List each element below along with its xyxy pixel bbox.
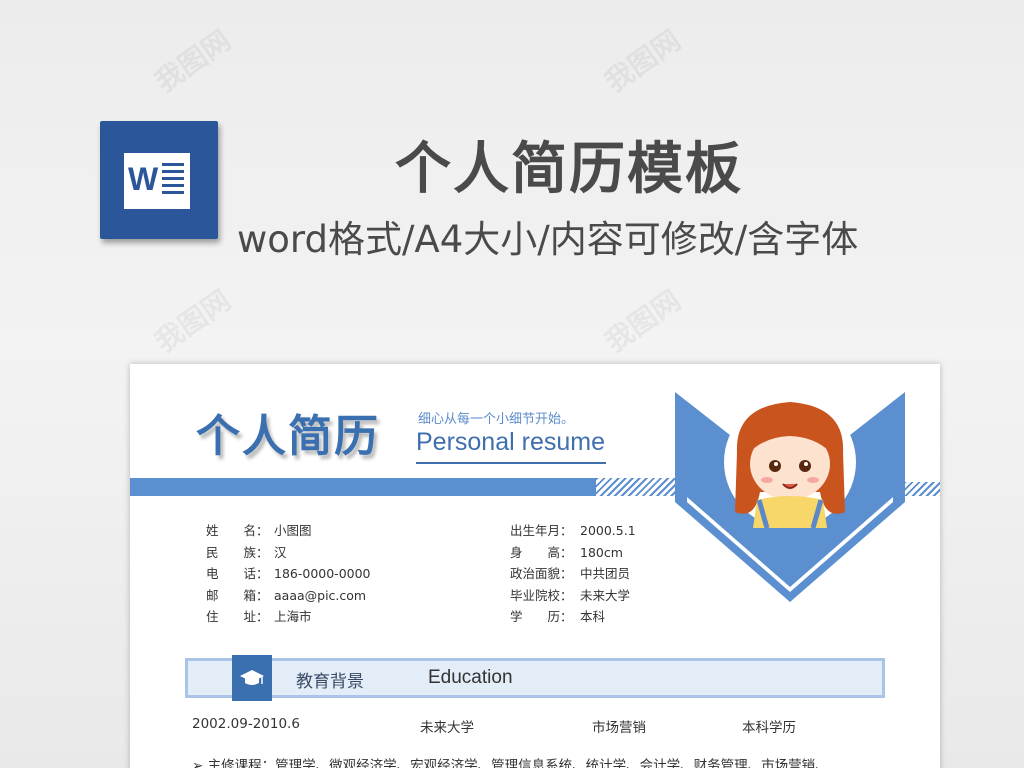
info-value: 180cm bbox=[580, 544, 623, 560]
info-label: 住 址： bbox=[206, 609, 269, 624]
info-value: 186-0000-0000 bbox=[274, 566, 371, 581]
word-document-icon: W bbox=[124, 153, 190, 209]
education-degree: 本科学历 bbox=[742, 720, 796, 736]
resume-title: 个人简历 bbox=[196, 411, 380, 462]
watermark: 我图网 bbox=[148, 23, 237, 99]
info-row-email: 邮 箱： aaaa@pic.com bbox=[206, 585, 371, 607]
info-row-birth: 出生年月： 2000.5.1 bbox=[510, 520, 636, 542]
graduation-cap-icon bbox=[232, 655, 272, 701]
resume-slogan: 细心从每一个小细节开始。 bbox=[418, 412, 575, 427]
watermark: 我图网 bbox=[148, 283, 237, 359]
word-letter: W bbox=[128, 161, 159, 197]
resume-title-en: Personal resume bbox=[416, 428, 605, 456]
title-underline bbox=[416, 462, 606, 464]
resume-preview: 个人简历 细心从每一个小细节开始。 Personal resume 姓 名： 小图… bbox=[130, 364, 940, 768]
education-period: 2002.09-2010.6 bbox=[192, 716, 300, 732]
info-value: 未来大学 bbox=[580, 587, 631, 603]
page-title: 个人简历模板 bbox=[395, 137, 743, 202]
education-school: 未来大学 bbox=[420, 720, 474, 736]
avatar-chevron bbox=[675, 392, 905, 602]
info-row-address: 住 址： 上海市 bbox=[206, 606, 371, 628]
info-label: 邮 箱： bbox=[206, 587, 269, 603]
info-value: 中共团员 bbox=[580, 566, 631, 581]
info-label: 学 历： bbox=[510, 609, 573, 624]
info-value: 汉 bbox=[274, 544, 287, 560]
info-label: 政治面貌： bbox=[510, 566, 573, 581]
info-row-school: 毕业院校： 未来大学 bbox=[510, 585, 636, 607]
info-label: 电 话： bbox=[206, 566, 269, 581]
info-value: 小图图 bbox=[274, 523, 312, 538]
info-value: 本科 bbox=[580, 609, 606, 624]
info-label: 毕业院校： bbox=[510, 587, 573, 603]
education-major: 市场营销 bbox=[592, 720, 646, 736]
education-section-header: 教育背景 Education bbox=[185, 655, 885, 701]
education-courses: ➢ 主修课程：管理学、微观经济学、宏观经济学、管理信息系统、统计学、会计学、财务… bbox=[192, 758, 829, 768]
basic-info-right: 出生年月： 2000.5.1 身 高： 180cm 政治面貌： 中共团员 毕业院校： 未… bbox=[510, 520, 636, 628]
word-icon: W bbox=[100, 121, 218, 239]
info-row-degree: 学 历： 本科 bbox=[510, 606, 636, 628]
watermark: 我图网 bbox=[598, 283, 687, 359]
info-value: 上海市 bbox=[274, 609, 312, 624]
avatar-girl-icon bbox=[735, 402, 845, 529]
info-label: 民 族： bbox=[206, 544, 269, 560]
basic-info-left: 姓 名： 小图图 民 族： 汉 电 话： 186-0000-0000 邮 箱： aaaa… bbox=[206, 520, 371, 628]
education-title-en: Education bbox=[428, 667, 513, 688]
info-value: aaaa@pic.com bbox=[274, 587, 367, 603]
band-stripe bbox=[596, 478, 676, 496]
watermark: 我图网 bbox=[598, 23, 687, 99]
info-row-political: 政治面貌： 中共团员 bbox=[510, 563, 636, 585]
info-label: 身 高： bbox=[510, 544, 573, 560]
info-row-ethnicity: 民 族： 汉 bbox=[206, 542, 371, 564]
info-label: 出生年月： bbox=[510, 523, 573, 538]
band-stripe-right bbox=[904, 482, 940, 496]
page-subtitle: word格式/A4大小/内容可修改/含字体 bbox=[237, 218, 859, 261]
info-row-phone: 电 话： 186-0000-0000 bbox=[206, 563, 371, 585]
info-row-height: 身 高： 180cm bbox=[510, 542, 636, 564]
info-row-name: 姓 名： 小图图 bbox=[206, 520, 371, 542]
education-title-cn: 教育背景 bbox=[296, 672, 364, 692]
info-value: 2000.5.1 bbox=[580, 523, 636, 538]
header-band bbox=[130, 478, 600, 496]
info-label: 姓 名： bbox=[206, 523, 269, 538]
